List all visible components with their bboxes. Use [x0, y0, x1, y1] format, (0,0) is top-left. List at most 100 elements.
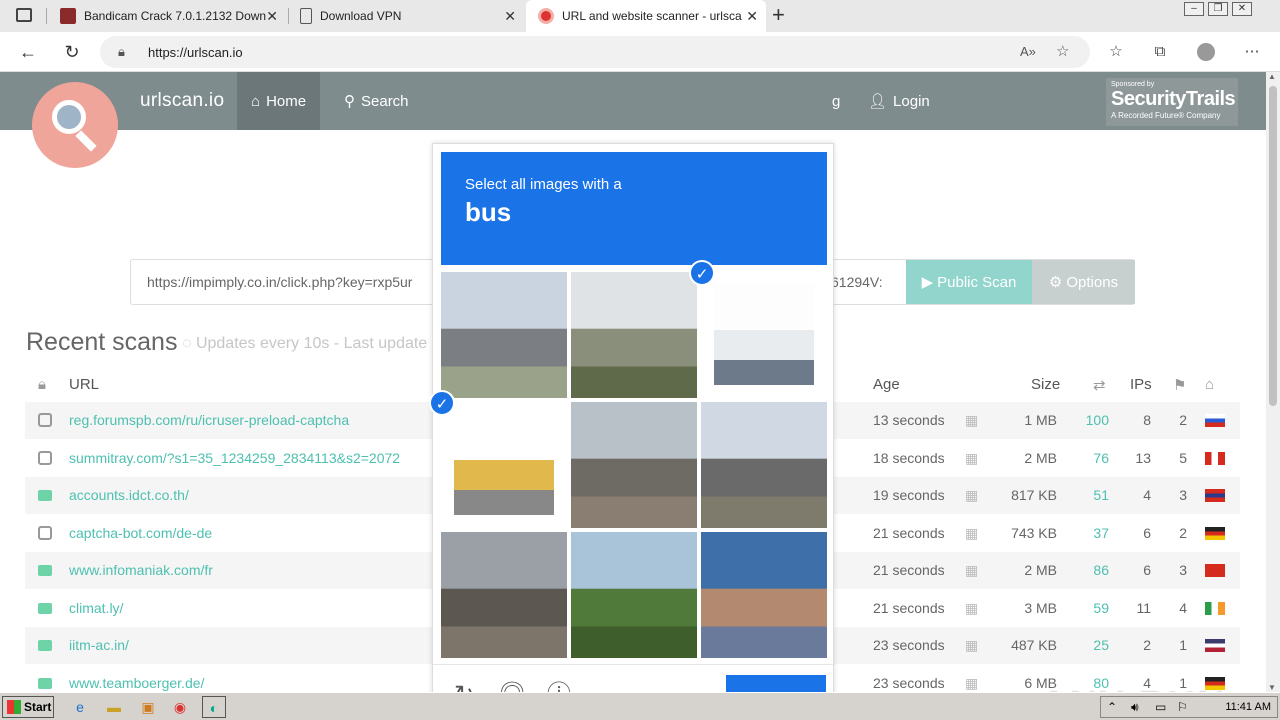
captcha-tile-image [441, 402, 567, 528]
scan-url-link[interactable]: www.teamboerger.de/ [69, 675, 204, 691]
audio-challenge-icon[interactable]: 🎧︎ [497, 681, 527, 692]
captcha-tile[interactable] [441, 532, 567, 658]
requests-header-icon[interactable]: ⇄ [1093, 376, 1106, 394]
scan-url-link[interactable]: climat.ly/ [69, 600, 123, 616]
scan-age: 21 seconds [873, 599, 945, 616]
window-menu-icon[interactable] [16, 8, 32, 22]
flag-header-icon[interactable]: ⚑ [1173, 376, 1186, 394]
taskbar-clock[interactable]: 11:41 AM [1225, 701, 1271, 713]
scan-url-link[interactable]: reg.forumspb.com/ru/icruser-preload-capt… [69, 412, 349, 428]
verify-button[interactable]: VERIFY [726, 675, 826, 692]
scan-age: 23 seconds [873, 637, 945, 653]
scan-age: 13 seconds [873, 412, 945, 428]
read-aloud-icon[interactable]: A» [1020, 44, 1036, 59]
scan-url-link[interactable]: accounts.idct.co.th/ [69, 487, 189, 503]
address-field[interactable]: 🔒︎ https://urlscan.io A» ☆ [100, 36, 1090, 68]
captcha-tile[interactable] [441, 272, 567, 398]
sponsor-banner[interactable]: Sponsored by SecurityTrails A Recorded F… [1106, 78, 1238, 126]
country-flag-icon [1205, 639, 1225, 652]
new-tab-button[interactable]: + [772, 2, 785, 28]
minimize-icon[interactable]: – [1184, 2, 1204, 16]
captcha-tile[interactable] [701, 272, 827, 398]
captcha-tile[interactable] [571, 272, 697, 398]
close-tab-icon[interactable]: ✕ [266, 8, 278, 25]
scan-size: 817 KB [1011, 487, 1057, 503]
collections-icon[interactable]: ⧉ [1148, 40, 1172, 64]
tab-download-vpn[interactable]: Download VPN ✕ [288, 0, 524, 32]
screenshot-icon[interactable]: ▦ [965, 487, 978, 504]
scan-size: 3 MB [1024, 599, 1057, 616]
recent-scans-subtitle-text: Updates every 10s - Last update [195, 335, 428, 352]
screenshot-icon[interactable]: ▦ [965, 562, 978, 579]
captcha-tile-image [441, 532, 567, 658]
captcha-tile[interactable] [571, 532, 697, 658]
page-scrollbar[interactable]: ▲ ▼ [1266, 72, 1280, 692]
more-menu-icon[interactable]: ⋯ [1240, 40, 1264, 64]
captcha-tile[interactable] [441, 402, 567, 528]
network-icon[interactable]: ▭ [1155, 700, 1166, 714]
close-tab-icon[interactable]: ✕ [746, 8, 758, 25]
header-url[interactable]: URL [69, 376, 99, 393]
add-favorite-icon[interactable]: ☆ [1056, 42, 1069, 60]
edge-icon[interactable]: ◐ [202, 696, 226, 718]
scroll-up-icon[interactable]: ▲ [1268, 72, 1276, 81]
system-tray: ⌃ 🔊︎ ▭ ⚐ 11:41 AM [1100, 696, 1278, 718]
refresh-captcha-icon[interactable]: ↻ [450, 681, 478, 692]
close-tab-icon[interactable]: ✕ [504, 8, 516, 25]
captcha-tile[interactable] [701, 402, 827, 528]
nav-search[interactable]: ⚲ Search [330, 72, 423, 130]
scan-url-link[interactable]: summitray.com/?s1=35_1234259_2834113&s2=… [69, 450, 400, 466]
scan-input-tail: 61294V: [831, 274, 883, 290]
info-icon[interactable]: ⓘ [545, 681, 573, 692]
header-ips[interactable]: IPs [1130, 376, 1152, 393]
restore-icon[interactable]: ❐ [1208, 2, 1228, 16]
header-size[interactable]: Size [1031, 376, 1060, 393]
tray-arrow-icon[interactable]: ⌃ [1107, 700, 1117, 714]
ie-icon[interactable]: e [68, 696, 92, 718]
country-flag-icon [1205, 489, 1225, 502]
start-button[interactable]: Start [2, 696, 54, 718]
scrollbar-thumb[interactable] [1269, 86, 1277, 406]
nav-partial-item[interactable]: g [818, 72, 854, 130]
screenshot-icon[interactable]: ▦ [965, 412, 978, 429]
nav-login[interactable]: 👤︎ Login [854, 72, 944, 130]
country-flag-icon [1205, 564, 1225, 577]
scan-url-link[interactable]: www.infomaniak.com/fr [69, 562, 213, 578]
lock-header-icon: 🔒︎ [38, 376, 46, 393]
screenshot-icon[interactable]: ▦ [965, 450, 978, 467]
profile-avatar[interactable] [1194, 40, 1218, 64]
public-scan-button[interactable]: ▶ Public Scan [906, 260, 1032, 304]
scan-url-link[interactable]: iitm-ac.in/ [69, 637, 129, 653]
scroll-down-icon[interactable]: ▼ [1268, 683, 1276, 692]
selected-check-icon: ✓ [429, 390, 455, 416]
chrome-icon[interactable]: ◉ [168, 696, 192, 718]
scan-url-link[interactable]: captcha-bot.com/de-de [69, 525, 212, 541]
country-header-icon[interactable]: ⌂ [1205, 376, 1214, 393]
urlscan-logo-icon[interactable] [32, 82, 118, 168]
captcha-tile[interactable] [701, 532, 827, 658]
screenshot-icon[interactable]: ▦ [965, 637, 978, 654]
media-player-icon[interactable]: ▣ [136, 696, 160, 718]
tab-bandicam[interactable]: Bandicam Crack 7.0.1.2132 Down ✕ [48, 0, 286, 32]
tab-urlscan[interactable]: URL and website scanner - urlsca ✕ [526, 0, 766, 32]
scan-age: 21 seconds [873, 524, 945, 541]
header-age[interactable]: Age [873, 376, 900, 393]
options-button[interactable]: ⚙ Options [1032, 260, 1135, 304]
captcha-tile-image [701, 402, 827, 528]
flag-tray-icon[interactable]: ⚐ [1177, 700, 1188, 714]
lock-icon[interactable]: 🔒︎ [118, 44, 125, 60]
captcha-tile-image [571, 532, 697, 658]
refresh-icon[interactable]: ↻ [60, 40, 84, 64]
favorites-icon[interactable]: ☆ [1104, 40, 1128, 64]
close-window-icon[interactable]: ✕ [1232, 2, 1252, 16]
insecure-checkbox-icon [38, 450, 52, 465]
captcha-tile[interactable] [571, 402, 697, 528]
screenshot-icon[interactable]: ▦ [965, 600, 978, 617]
nav-home[interactable]: ⌂ Home [237, 72, 321, 130]
site-brand[interactable]: urlscan.io [140, 90, 224, 112]
screenshot-icon[interactable]: ▦ [965, 675, 978, 692]
folder-icon[interactable]: ▬ [102, 696, 126, 718]
back-arrow-icon[interactable]: ← [16, 40, 40, 64]
volume-icon[interactable]: 🔊︎ [1131, 700, 1139, 715]
screenshot-icon[interactable]: ▦ [965, 525, 978, 542]
